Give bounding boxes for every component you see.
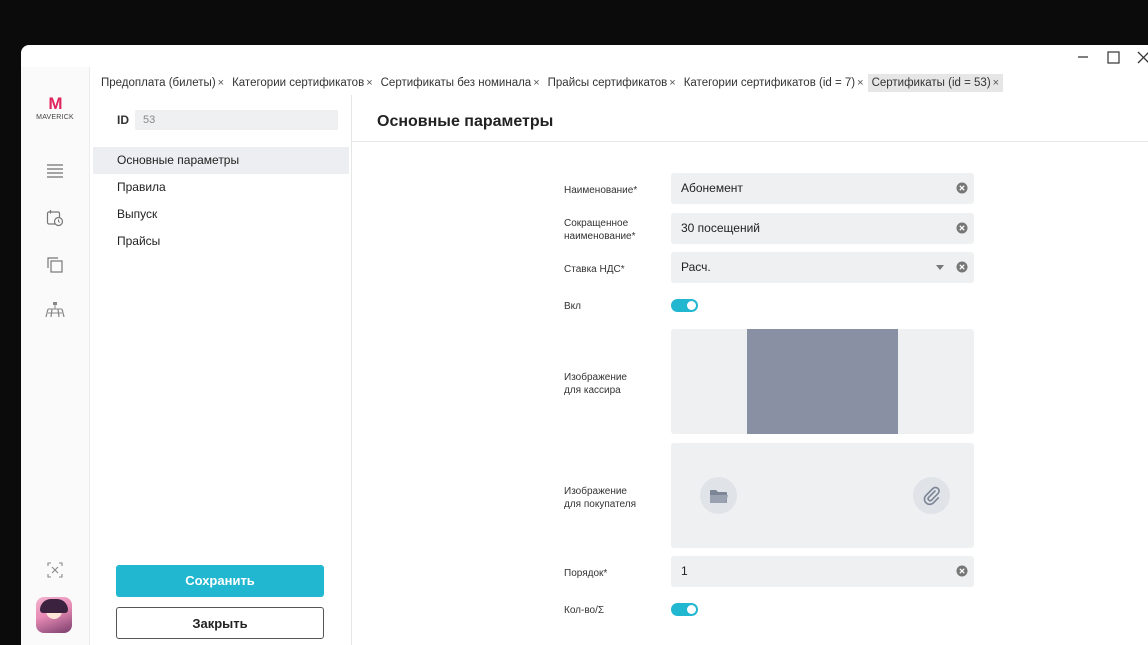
qty-toggle[interactable] — [671, 603, 698, 616]
clear-icon[interactable] — [956, 222, 968, 234]
tab-label: Прайсы сертификатов — [548, 77, 668, 89]
tab-certificate-categories[interactable]: Категории сертификатов× — [228, 74, 377, 92]
logo-mark: M — [31, 95, 79, 113]
tab-certificate-53[interactable]: Сертификаты (id = 53)× — [868, 74, 1004, 92]
collapse-icon — [47, 562, 63, 578]
menu-icon — [46, 163, 64, 179]
copy-button[interactable] — [44, 254, 66, 276]
tab-close-button[interactable]: × — [533, 77, 539, 89]
buyer-image-label-line1: Изображение — [564, 485, 636, 498]
order-value: 1 — [681, 564, 688, 578]
short-name-label: Сокращенное наименование* — [564, 217, 636, 243]
short-name-value: 30 посещений — [681, 221, 760, 235]
nav-item-main-params[interactable]: Основные параметры — [93, 147, 349, 174]
order-label: Порядок* — [564, 567, 607, 580]
tab-prepayment[interactable]: Предоплата (билеты)× — [97, 74, 228, 92]
window-close-button[interactable] — [1131, 46, 1148, 68]
cashier-image-label-line1: Изображение — [564, 371, 627, 384]
cashier-image-label: Изображение для кассира — [564, 371, 627, 397]
vat-select[interactable]: Расч. — [671, 252, 974, 283]
main-content: Основные параметры Наименование* Абонеме… — [352, 95, 1148, 645]
vat-label: Ставка НДС* — [564, 263, 625, 276]
avatar[interactable] — [36, 597, 72, 633]
name-field[interactable]: Абонемент — [671, 173, 974, 204]
minimize-icon — [1077, 51, 1089, 63]
schedule-button[interactable] — [44, 207, 66, 229]
tab-close-button[interactable]: × — [669, 77, 675, 89]
main-header: Основные параметры — [352, 95, 1148, 142]
id-label: ID — [117, 113, 129, 127]
tab-label: Категории сертификатов (id = 7) — [684, 77, 855, 89]
nav-item-rules[interactable]: Правила — [93, 174, 349, 201]
name-value: Абонемент — [681, 181, 743, 195]
id-field: 53 — [135, 110, 338, 130]
nav-item-issue[interactable]: Выпуск — [93, 201, 349, 228]
cashier-image-label-line2: для кассира — [564, 384, 627, 397]
tab-close-button[interactable]: × — [366, 77, 372, 89]
buyer-image-label: Изображение для покупателя — [564, 485, 636, 511]
tab-close-button[interactable]: × — [993, 77, 999, 89]
left-rail: M MAVERICK — [21, 67, 90, 645]
buyer-image-box — [671, 443, 974, 548]
buyer-image-label-line2: для покупателя — [564, 498, 636, 511]
tab-bar: Предоплата (билеты)× Категории сертифика… — [97, 72, 1003, 94]
tab-label: Сертификаты без номинала — [381, 77, 532, 89]
short-name-label-line2: наименование* — [564, 230, 636, 243]
close-icon — [1137, 51, 1148, 64]
short-name-field[interactable]: 30 посещений — [671, 213, 974, 244]
clear-icon[interactable] — [956, 261, 968, 273]
short-name-label-line1: Сокращенное — [564, 217, 636, 230]
logo-text: MAVERICK — [31, 114, 79, 121]
order-field[interactable]: 1 — [671, 556, 974, 587]
enabled-toggle[interactable] — [671, 299, 698, 312]
name-label: Наименование* — [564, 184, 637, 197]
tab-label: Предоплата (билеты) — [101, 77, 216, 89]
qty-label: Кол-во/Σ — [564, 604, 604, 617]
structure-button[interactable] — [44, 299, 66, 321]
dropdown-caret-icon[interactable] — [936, 265, 944, 270]
tab-label: Категории сертификатов — [232, 77, 364, 89]
tab-close-button[interactable]: × — [218, 77, 224, 89]
copy-icon — [46, 256, 64, 274]
clear-icon[interactable] — [956, 565, 968, 577]
tab-label: Сертификаты (id = 53) — [872, 77, 991, 89]
close-button[interactable]: Закрыть — [116, 607, 324, 639]
page-title: Основные параметры — [377, 113, 553, 131]
clear-icon[interactable] — [956, 182, 968, 194]
folder-icon — [709, 488, 729, 504]
hierarchy-icon — [45, 301, 65, 319]
record-panel: ID 53 Основные параметры Правила Выпуск … — [93, 95, 352, 645]
attach-file-button[interactable] — [913, 477, 950, 514]
maximize-button[interactable] — [1101, 46, 1125, 68]
enabled-label: Вкл — [564, 300, 581, 313]
tab-close-button[interactable]: × — [857, 77, 863, 89]
calendar-clock-icon — [46, 209, 64, 227]
section-nav: Основные параметры Правила Выпуск Прайсы — [93, 147, 349, 255]
tab-certificate-category-7[interactable]: Категории сертификатов (id = 7)× — [680, 74, 868, 92]
tab-certificates-no-nominal[interactable]: Сертификаты без номинала× — [377, 74, 544, 92]
minimize-button[interactable] — [1071, 46, 1095, 68]
cashier-image-box[interactable] — [671, 329, 974, 434]
maximize-icon — [1107, 51, 1120, 64]
tab-certificate-prices[interactable]: Прайсы сертификатов× — [544, 74, 680, 92]
app-window: M MAVERICK Предоплата (билеты)× Категори… — [21, 45, 1148, 645]
maverick-logo[interactable]: M MAVERICK — [31, 95, 79, 121]
logo-mark-left: M — [48, 94, 61, 113]
paperclip-icon — [923, 486, 941, 506]
window-controls — [1071, 45, 1148, 69]
vat-value: Расч. — [681, 260, 711, 274]
save-button[interactable]: Сохранить — [116, 565, 324, 597]
menu-button[interactable] — [44, 160, 66, 182]
collapse-button[interactable] — [44, 559, 66, 581]
choose-file-button[interactable] — [700, 477, 737, 514]
nav-item-prices[interactable]: Прайсы — [93, 228, 349, 255]
cashier-image-preview — [747, 329, 898, 434]
